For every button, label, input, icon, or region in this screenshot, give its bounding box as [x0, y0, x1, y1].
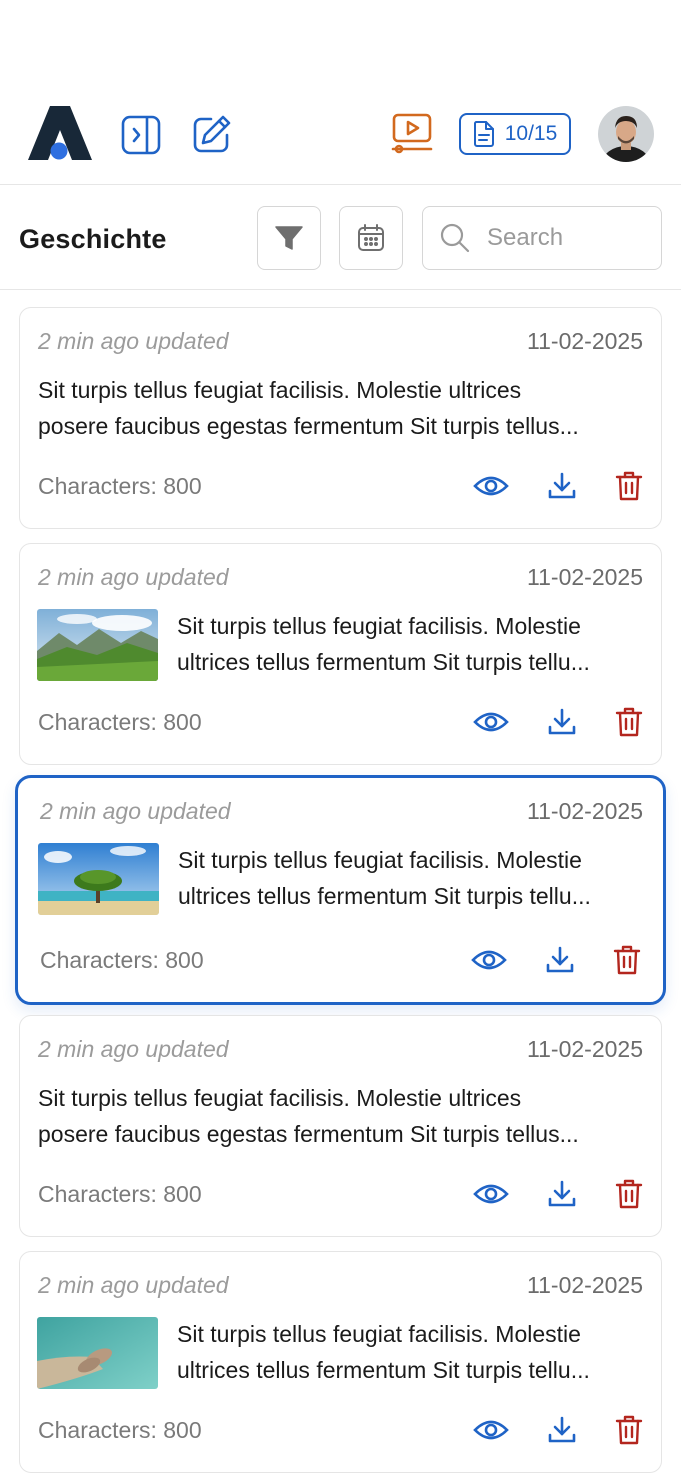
document-icon	[473, 121, 494, 147]
preview-line: Sit turpis tellus feugiat facilisis. Mol…	[38, 1085, 522, 1111]
calendar-icon	[358, 224, 384, 251]
delete-button[interactable]	[615, 470, 643, 502]
view-button[interactable]	[473, 1418, 509, 1442]
top-bar: 10/15	[0, 0, 681, 185]
trash-icon	[615, 471, 643, 501]
eye-icon	[471, 950, 507, 970]
app-logo[interactable]	[28, 106, 92, 162]
date-text: 11-02-2025	[527, 798, 643, 824]
download-button[interactable]	[547, 1179, 577, 1209]
card-thumbnail	[38, 843, 159, 915]
filter-button[interactable]	[257, 206, 321, 270]
eye-icon	[473, 712, 509, 732]
updated-text: 2 min ago updated	[40, 798, 231, 824]
download-button[interactable]	[545, 945, 575, 975]
download-icon	[548, 708, 576, 735]
search-box[interactable]	[422, 206, 662, 270]
card-actions	[473, 1414, 643, 1446]
history-card[interactable]: 2 min ago updated 11-02-2025 Sit turpis …	[19, 543, 662, 765]
view-button[interactable]	[471, 948, 507, 972]
updated-text: 2 min ago updated	[38, 1036, 229, 1062]
filter-icon	[275, 226, 303, 250]
eye-icon	[473, 1420, 509, 1440]
card-actions	[473, 706, 643, 738]
delete-button[interactable]	[615, 1414, 643, 1446]
preview-line: ultrices tellus fermentum Sit turpis tel…	[177, 649, 590, 675]
trash-icon	[615, 1179, 643, 1209]
trash-icon	[613, 945, 641, 975]
download-button[interactable]	[547, 471, 577, 501]
quota-text: 10/15	[504, 122, 558, 145]
preview-line: Sit turpis tellus feugiat facilisis. Mol…	[178, 847, 582, 873]
date-text: 11-02-2025	[527, 328, 643, 354]
card-preview-text: Sit turpis tellus feugiat facilisis. Mol…	[38, 1080, 648, 1152]
character-count: Characters: 800	[38, 1181, 202, 1207]
view-button[interactable]	[473, 474, 509, 498]
character-count: Characters: 800	[38, 709, 202, 735]
character-count: Characters: 800	[38, 473, 202, 499]
download-icon	[546, 946, 574, 973]
video-button[interactable]	[388, 110, 436, 158]
view-button[interactable]	[473, 710, 509, 734]
download-button[interactable]	[547, 1415, 577, 1445]
eye-icon	[473, 476, 509, 496]
date-text: 11-02-2025	[527, 1272, 643, 1298]
preview-line: Sit turpis tellus feugiat facilisis. Mol…	[38, 377, 522, 403]
delete-button[interactable]	[615, 1178, 643, 1210]
date-text: 11-02-2025	[527, 564, 643, 590]
page-title: Geschichte	[19, 224, 167, 254]
document-quota-badge[interactable]: 10/15	[459, 113, 571, 155]
search-icon	[440, 223, 470, 253]
history-card[interactable]: 2 min ago updated 11-02-2025 Sit turpis …	[19, 1015, 662, 1237]
card-preview-text: Sit turpis tellus feugiat facilisis. Mol…	[177, 1316, 647, 1388]
sidebar-toggle-button[interactable]	[120, 114, 162, 156]
edit-icon	[193, 115, 231, 153]
history-card[interactable]: 2 min ago updated 11-02-2025 Sit turpis …	[19, 307, 662, 529]
card-actions	[473, 470, 643, 502]
preview-line: Sit turpis tellus feugiat facilisis. Mol…	[177, 1321, 581, 1347]
preview-line: Sit turpis tellus feugiat facilisis. Mol…	[177, 613, 581, 639]
delete-button[interactable]	[615, 706, 643, 738]
download-icon	[548, 1416, 576, 1443]
search-input[interactable]	[485, 223, 649, 253]
character-count: Characters: 800	[38, 1417, 202, 1443]
calendar-button[interactable]	[339, 206, 403, 270]
card-actions	[473, 1178, 643, 1210]
card-thumbnail	[37, 1317, 158, 1389]
card-preview-text: Sit turpis tellus feugiat facilisis. Mol…	[177, 608, 647, 680]
history-card[interactable]: 2 min ago updated 11-02-2025 Sit turpis …	[19, 1251, 662, 1473]
card-actions	[471, 944, 641, 976]
preview-line: posere faucibus egestas fermentum Sit tu…	[38, 413, 579, 439]
updated-text: 2 min ago updated	[38, 328, 229, 354]
trash-icon	[615, 1415, 643, 1445]
download-icon	[548, 472, 576, 499]
card-thumbnail	[37, 609, 158, 681]
preview-line: ultrices tellus fermentum Sit turpis tel…	[177, 1357, 590, 1383]
card-preview-text: Sit turpis tellus feugiat facilisis. Mol…	[178, 842, 648, 914]
new-note-button[interactable]	[190, 112, 234, 156]
preview-line: ultrices tellus fermentum Sit turpis tel…	[178, 883, 591, 909]
delete-button[interactable]	[613, 944, 641, 976]
download-icon	[548, 1180, 576, 1207]
updated-text: 2 min ago updated	[38, 564, 229, 590]
avatar[interactable]	[598, 106, 654, 162]
video-icon	[391, 113, 433, 154]
view-button[interactable]	[473, 1182, 509, 1206]
eye-icon	[473, 1184, 509, 1204]
history-toolbar: Geschichte	[0, 186, 681, 290]
download-button[interactable]	[547, 707, 577, 737]
preview-line: posere faucibus egestas fermentum Sit tu…	[38, 1121, 579, 1147]
sidebar-toggle-icon	[121, 115, 161, 155]
trash-icon	[615, 707, 643, 737]
character-count: Characters: 800	[40, 947, 204, 973]
card-preview-text: Sit turpis tellus feugiat facilisis. Mol…	[38, 372, 648, 444]
date-text: 11-02-2025	[527, 1036, 643, 1062]
updated-text: 2 min ago updated	[38, 1272, 229, 1298]
history-card-selected[interactable]: 2 min ago updated 11-02-2025 Sit turpis …	[15, 775, 666, 1005]
